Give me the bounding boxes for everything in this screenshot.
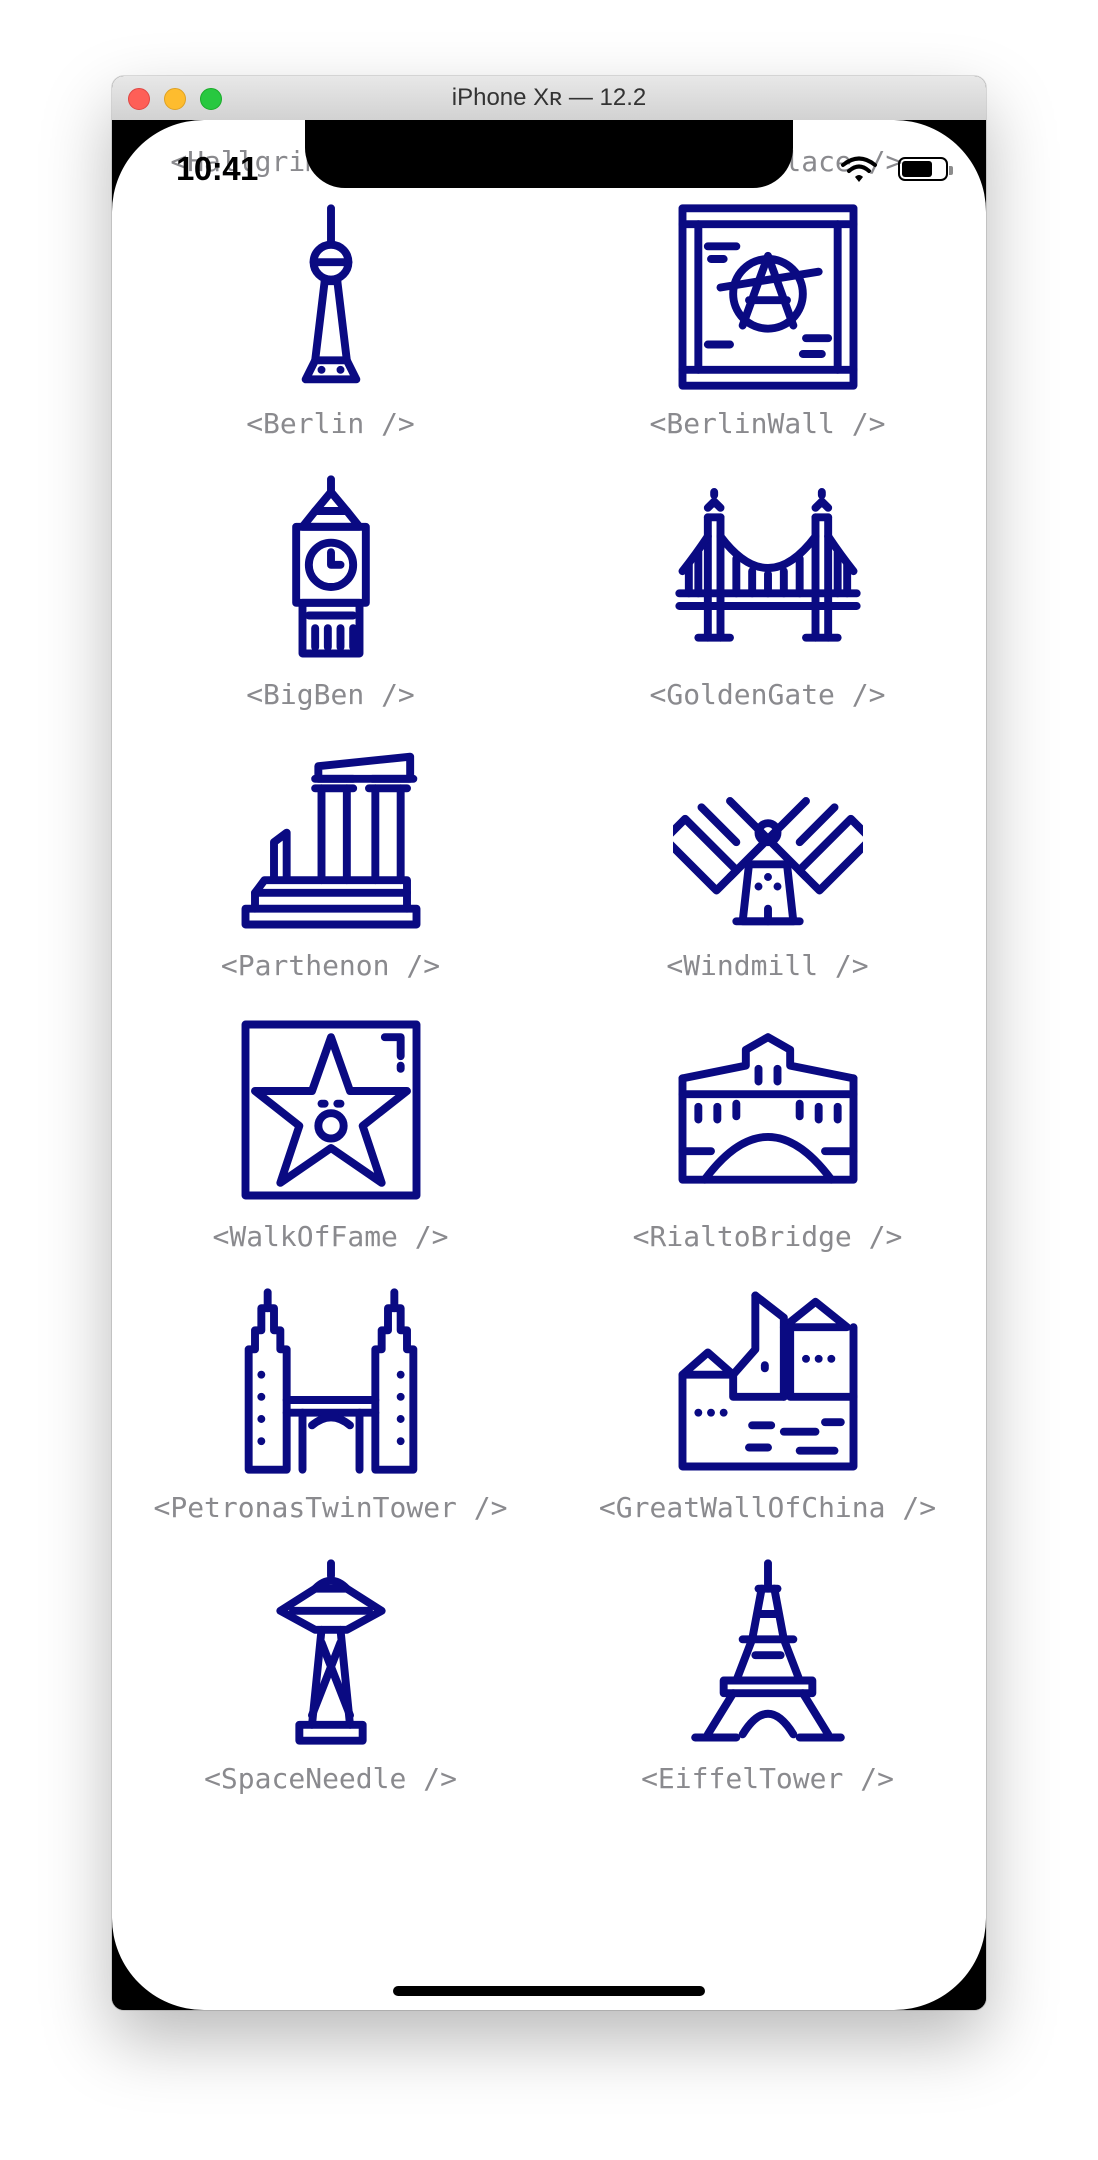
golden-gate-icon — [673, 473, 863, 663]
windmill-icon — [672, 744, 863, 934]
window-title: iPhone Xʀ — 12.2 — [451, 84, 647, 111]
big-ben-icon — [236, 473, 426, 663]
device-screen: <Hallgrimskirkja /> <Berlin /> <BerlinWa… — [112, 120, 986, 2010]
landmark-label: <BerlinWall /> — [649, 407, 886, 440]
landmark-label: <RialtoBridge /> — [632, 1220, 903, 1253]
landmark-label: <GreatWallOfChina /> — [598, 1491, 937, 1524]
petronas-twin-tower-icon — [236, 1286, 426, 1476]
landmark-label: <GoldenGate /> — [649, 678, 886, 711]
landmark-label: <BigBen /> — [246, 678, 415, 711]
great-wall-of-china-icon — [673, 1286, 863, 1476]
landmark-label: <Berlin /> — [246, 407, 415, 440]
wifi-icon — [840, 154, 878, 184]
landmark-label: <Windmill /> — [666, 949, 869, 982]
landmark-label: <SpaceNeedle /> — [204, 1762, 457, 1795]
battery-icon — [898, 157, 953, 181]
walk-of-fame-icon — [236, 1015, 426, 1205]
window-titlebar: iPhone Xʀ — 12.2 — [112, 76, 986, 121]
landmark-grid[interactable]: <Hallgrimskirkja /> <Berlin /> <BerlinWa… — [112, 120, 986, 2010]
device-notch — [305, 120, 793, 188]
rialto-bridge-icon — [673, 1015, 863, 1205]
simulator-window: iPhone Xʀ — 12.2 <Hallgrimskirkja /> <Be… — [112, 76, 986, 2010]
landmark-label: <EiffelTower /> — [641, 1762, 894, 1795]
landmark-label: <PetronasTwinTower /> — [153, 1491, 508, 1524]
eiffel-tower-icon — [673, 1557, 863, 1747]
status-time: 10:41 — [176, 150, 258, 187]
berlin-wall-icon — [673, 202, 863, 392]
app-display[interactable]: <Hallgrimskirkja /> <Berlin /> <BerlinWa… — [112, 120, 986, 2010]
berlin-tv-tower-icon — [236, 202, 426, 392]
home-indicator[interactable] — [393, 1986, 705, 1996]
landmark-label: <Parthenon /> — [220, 949, 441, 982]
parthenon-icon — [236, 744, 426, 934]
status-indicators — [828, 154, 953, 184]
space-needle-icon — [236, 1557, 426, 1747]
landmark-label: <WalkOfFame /> — [212, 1220, 449, 1253]
